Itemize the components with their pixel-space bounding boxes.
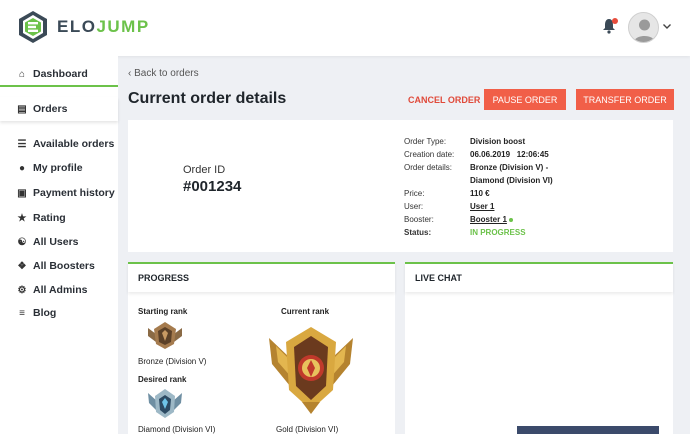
list-icon: ☰ (17, 138, 27, 150)
sidebar-item-label: Dashboard (33, 68, 88, 80)
sidebar-item-label: Rating (33, 212, 66, 224)
lines-icon: ≡ (19, 307, 25, 319)
status-label: Status: (404, 228, 432, 237)
progress-panel: PROGRESS Starting rank Bronze (Division … (128, 262, 395, 434)
order-details-label: Order details: (404, 163, 453, 172)
sidebar-item-dashboard[interactable]: ⌂ Dashboard (0, 63, 118, 87)
live-chat-panel: LIVE CHAT (405, 262, 673, 434)
back-label: Back to orders (134, 68, 199, 79)
home-icon: ⌂ (18, 68, 26, 80)
user-link[interactable]: User 1 (470, 202, 494, 211)
logo-prefix: ELO (57, 17, 97, 36)
status-badge: IN PROGRESS (470, 228, 526, 237)
current-rank-label: Current rank (281, 307, 330, 316)
star-icon: ★ (17, 212, 27, 224)
price-value: 110 € (470, 189, 490, 198)
user-icon: ● (18, 162, 26, 174)
sidebar: ⌂ Dashboard ▤ Orders ☰ Available orders … (0, 56, 118, 434)
user-label: User: (404, 202, 424, 211)
bronze-rank-emblem-icon (148, 322, 182, 349)
creation-date-label: Creation date: (404, 150, 455, 159)
progress-title: PROGRESS (128, 262, 395, 292)
top-header: ELOJUMP (0, 0, 690, 56)
logo-suffix: JUMP (96, 17, 150, 36)
order-details-value-line2: Diamond (Division VI) (470, 176, 553, 185)
sidebar-item-all-admins[interactable]: ⚙ All Admins (0, 278, 118, 302)
transfer-order-button[interactable]: TRANSFER ORDER (576, 89, 674, 110)
starting-rank-value: Bronze (Division V) (138, 357, 207, 366)
sidebar-item-label: All Users (33, 236, 79, 248)
sidebar-item-all-users[interactable]: ☯ All Users (0, 230, 118, 254)
sidebar-item-all-boosters[interactable]: ❖ All Boosters (0, 254, 118, 278)
sidebar-item-label: My profile (33, 162, 83, 174)
order-id-value: #001234 (183, 178, 242, 195)
gold-rank-emblem-icon (269, 327, 353, 414)
diamond-rank-emblem-icon (148, 389, 182, 418)
price-label: Price: (404, 189, 425, 198)
booster-value: Booster 1 (470, 215, 513, 224)
sidebar-item-label: Payment history (33, 187, 115, 199)
logo-text: ELOJUMP (57, 17, 150, 37)
notification-dot (612, 18, 618, 24)
starting-rank-label: Starting rank (138, 307, 188, 316)
avatar-icon (634, 19, 655, 42)
booster-label: Booster: (404, 215, 434, 224)
order-type-value: Division boost (470, 137, 526, 146)
sidebar-item-payment-history[interactable]: ▣ Payment history (0, 181, 118, 205)
logo-hexagon-icon (19, 11, 47, 43)
credit-card-icon: ▣ (17, 187, 27, 199)
order-card: Order ID #001234 Order Type: Division bo… (128, 120, 673, 252)
sidebar-item-available-orders[interactable]: ☰ Available orders (0, 132, 118, 156)
order-id-label: Order ID (183, 164, 226, 176)
sidebar-item-blog[interactable]: ≡ Blog (0, 301, 118, 325)
wallet-icon: ▤ (17, 103, 27, 115)
users-icon: ☯ (17, 236, 27, 248)
order-type-label: Order Type: (404, 137, 447, 146)
desired-rank-value: Diamond (Division VI) (138, 425, 216, 434)
sidebar-item-label: Available orders (33, 138, 115, 150)
sidebar-item-label: Blog (33, 307, 57, 319)
sidebar-item-my-profile[interactable]: ● My profile (0, 156, 118, 180)
back-to-orders-link[interactable]: ‹ Back to orders (128, 68, 199, 79)
page-title: Current order details (128, 90, 287, 107)
sidebar-item-label: All Admins (33, 284, 88, 296)
pause-order-button[interactable]: PAUSE ORDER (484, 89, 566, 110)
cancel-order-button[interactable]: CANCEL ORDER (404, 90, 484, 110)
online-indicator (508, 217, 513, 222)
current-rank-value: Gold (Division VI) (276, 425, 339, 434)
chevron-left-icon: ‹ (128, 68, 132, 79)
sidebar-item-label: All Boosters (33, 260, 95, 272)
logo[interactable]: ELOJUMP (16, 10, 150, 44)
creation-date-value: 06.06.2019 12:06:45 (470, 150, 549, 159)
booster-link[interactable]: Booster 1 (470, 215, 507, 224)
chat-message-input[interactable] (517, 426, 659, 434)
sidebar-item-rating[interactable]: ★ Rating (0, 206, 118, 230)
order-details-value-line1: Bronze (Division V) - (470, 163, 549, 172)
cog-icon: ⚙ (17, 284, 27, 296)
desired-rank-label: Desired rank (138, 375, 187, 384)
sidebar-item-label: Orders (33, 103, 68, 115)
avatar[interactable] (628, 12, 659, 43)
sidebar-item-orders[interactable]: ▤ Orders (0, 97, 118, 121)
compass-icon: ❖ (17, 260, 27, 272)
chevron-down-icon[interactable] (662, 21, 672, 31)
live-chat-title: LIVE CHAT (405, 262, 673, 292)
